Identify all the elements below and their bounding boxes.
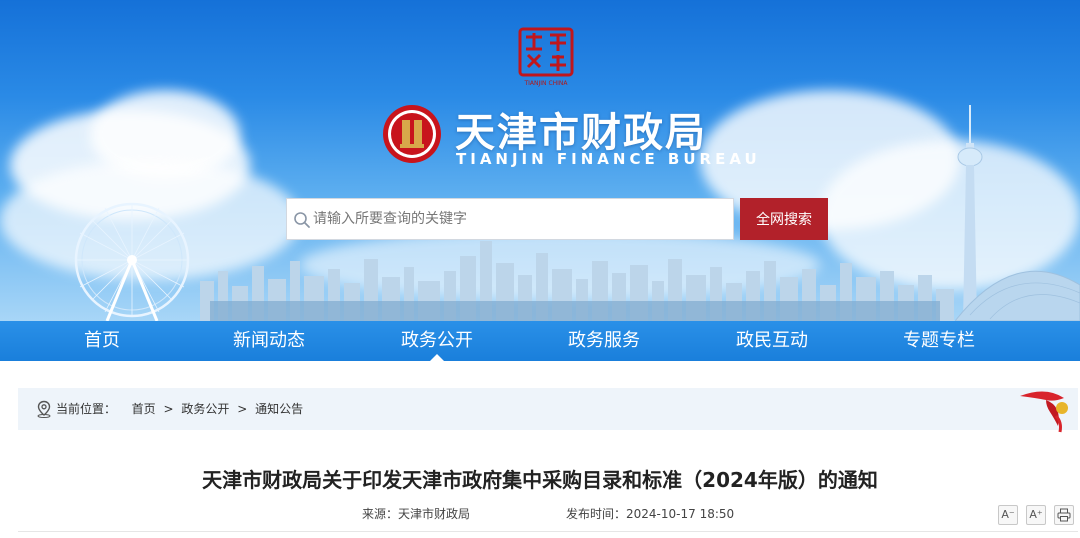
- location-pin-icon: [37, 400, 51, 418]
- breadcrumb-item-home[interactable]: 首页: [132, 402, 156, 416]
- source-value: 天津市财政局: [398, 507, 471, 521]
- tianjin-seal-logo: [518, 27, 574, 77]
- nav-item-news[interactable]: 新闻动态: [209, 321, 329, 361]
- print-button[interactable]: [1054, 505, 1074, 525]
- breadcrumb-item-notices[interactable]: 通知公告: [255, 402, 303, 416]
- article-source: 来源：天津市财政局: [362, 505, 470, 522]
- breadcrumb-trail: 当前位置： 首页 > 政务公开 > 通知公告: [56, 388, 303, 430]
- article-title: 天津市财政局关于印发天津市政府集中采购目录和标准（2024年版）的通知: [202, 468, 878, 492]
- breadcrumb-prefix: 当前位置：: [56, 402, 117, 416]
- nav-item-government-affairs[interactable]: 政务公开: [377, 321, 497, 361]
- breadcrumb-separator: >: [237, 402, 248, 416]
- font-increase-button[interactable]: A⁺: [1026, 505, 1046, 525]
- printer-icon: [1057, 508, 1071, 522]
- active-indicator: [430, 354, 444, 361]
- nav-item-services[interactable]: 政务服务: [544, 321, 664, 361]
- search-input[interactable]: [313, 199, 723, 239]
- breadcrumb-item-government-affairs[interactable]: 政务公开: [181, 402, 229, 416]
- city-skyline-illustration: [200, 241, 954, 321]
- finance-bureau-emblem-logo: [383, 105, 441, 163]
- seal-caption: TIANJIN CHINA: [524, 80, 568, 87]
- nav-item-interaction[interactable]: 政民互动: [712, 321, 832, 361]
- date-value: 2024-10-17 18:50: [626, 507, 735, 521]
- header-banner: TIANJIN CHINA 天津市财政局 TIANJIN FINANCE BUR…: [0, 0, 1080, 321]
- nav-item-label: 政务公开: [401, 330, 473, 351]
- breadcrumb-separator: >: [163, 402, 174, 416]
- font-decrease-button[interactable]: A⁻: [998, 505, 1018, 525]
- divider: [18, 531, 1078, 532]
- breadcrumb: 当前位置： 首页 > 政务公开 > 通知公告: [18, 388, 1078, 430]
- ribbon-decoration-icon: [1020, 391, 1068, 433]
- search-box[interactable]: [286, 198, 734, 240]
- article-date: 发布时间：2024-10-17 18:50: [566, 505, 734, 522]
- nav-item-home[interactable]: 首页: [42, 321, 162, 361]
- source-label: 来源：: [362, 507, 399, 521]
- search-button[interactable]: 全网搜索: [740, 198, 828, 240]
- nav-item-special-topics[interactable]: 专题专栏: [879, 321, 999, 361]
- main-nav: 首页 新闻动态 政务公开 政务服务 政民互动 专题专栏: [0, 321, 1080, 361]
- date-label: 发布时间：: [566, 507, 627, 521]
- site-subtitle: TIANJIN FINANCE BUREAU: [456, 150, 761, 168]
- search-icon: [294, 212, 310, 228]
